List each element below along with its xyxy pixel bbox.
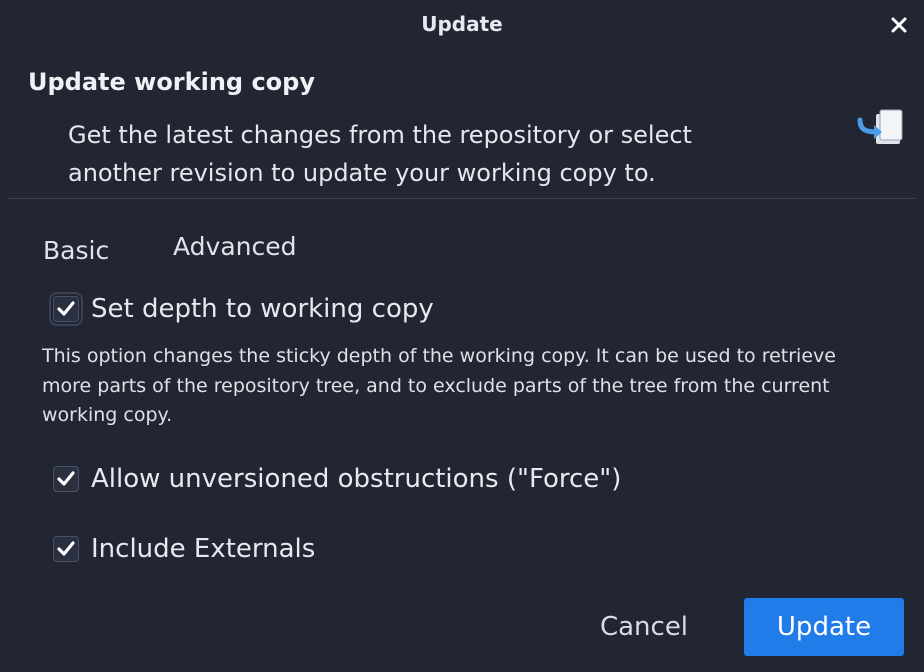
force-label: Allow unversioned obstructions ("Force") [91, 464, 622, 494]
update-dialog: Update Update working copy Get the lates… [0, 0, 924, 672]
set-depth-checkbox[interactable] [49, 292, 83, 326]
update-button[interactable]: Update [744, 598, 904, 656]
header-description: Get the latest changes from the reposito… [68, 116, 788, 192]
cancel-button[interactable]: Cancel [580, 598, 708, 656]
header-description-line: Get the latest changes from the reposito… [68, 121, 692, 149]
checkmark-icon [57, 541, 75, 556]
include-externals-label: Include Externals [91, 534, 316, 564]
include-externals-checkbox[interactable] [53, 536, 79, 562]
close-button[interactable] [888, 14, 910, 36]
title-bar: Update [0, 0, 924, 50]
header-divider [8, 198, 916, 199]
set-depth-label: Set depth to working copy [91, 294, 434, 324]
update-working-copy-icon [854, 108, 904, 148]
window-title: Update [421, 12, 503, 36]
include-externals-option[interactable]: Include Externals [53, 534, 315, 564]
force-option[interactable]: Allow unversioned obstructions ("Force") [53, 464, 621, 494]
set-depth-description: This option changes the sticky depth of … [42, 345, 836, 426]
force-checkbox[interactable] [53, 466, 79, 492]
tab-basic[interactable]: Basic [43, 236, 109, 265]
set-depth-option[interactable]: Set depth to working copy [49, 292, 434, 326]
close-icon [891, 17, 907, 33]
checkmark-icon [57, 471, 75, 486]
header-title: Update working copy [28, 68, 315, 96]
header-section: Update working copy Get the latest chang… [0, 56, 924, 198]
header-description-line: another revision to update your working … [68, 159, 656, 187]
tab-advanced[interactable]: Advanced [173, 232, 297, 261]
checkmark-icon [57, 301, 75, 316]
